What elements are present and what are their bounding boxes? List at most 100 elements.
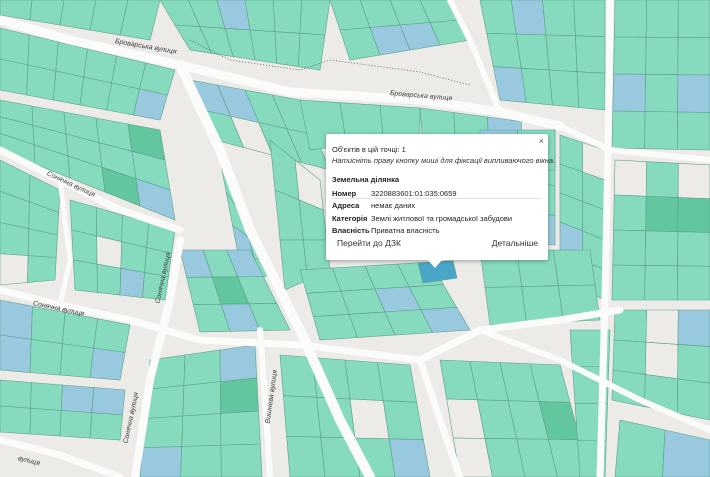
parcel-4-1-0[interactable] — [613, 36, 647, 75]
parcel-13-1-2[interactable] — [120, 241, 147, 273]
parcel-4-2-0[interactable] — [612, 73, 646, 112]
parcel-11-2-2[interactable] — [677, 231, 710, 267]
parcel-11-2-1[interactable] — [644, 230, 679, 267]
parcel-22-2-1[interactable] — [181, 413, 222, 447]
parcel-11-1-1[interactable] — [645, 195, 679, 232]
parcel-17-1-3[interactable] — [89, 412, 123, 441]
parcel-11-3-0[interactable] — [611, 264, 646, 301]
parcel-21-0-2[interactable] — [677, 309, 710, 347]
parcel-1-0-3[interactable] — [244, 0, 276, 32]
parcel-13-1-1[interactable] — [96, 235, 122, 269]
parcel-3-2-3[interactable] — [576, 71, 606, 111]
parcel-16-0-2[interactable] — [62, 312, 98, 349]
parcel-3-1-3[interactable] — [575, 35, 606, 74]
parcel-3-2-1[interactable] — [520, 68, 553, 106]
section-title: Земельна ділянка — [332, 175, 400, 184]
parcel-17-0-3[interactable] — [91, 387, 126, 416]
info-value: Приватна власність — [371, 226, 440, 235]
parcel-13-2-1[interactable] — [96, 263, 122, 296]
parcel-17-1-2[interactable] — [59, 410, 93, 439]
parcel-3-0-1[interactable] — [510, 0, 547, 36]
parcel-12-3-1[interactable] — [27, 255, 57, 283]
parcel-22-2-2[interactable] — [220, 410, 261, 446]
parcel-1-1-5[interactable] — [298, 33, 326, 71]
parcel-23-0-3[interactable] — [377, 362, 418, 403]
parcel-4-0-2[interactable] — [677, 0, 710, 38]
parcel-11-0-2[interactable] — [677, 163, 710, 200]
parcel-4-2-2[interactable] — [677, 74, 710, 113]
cadastral-map[interactable]: Броварська вулиця Броварська вулиця Соня… — [0, 0, 710, 477]
parcel-4-1-2[interactable] — [677, 37, 710, 76]
parcel-13-2-2[interactable] — [119, 267, 145, 298]
parcel-23-1-2[interactable] — [349, 398, 390, 440]
parcel-13-1-0[interactable] — [71, 229, 98, 265]
parcel-3-0-2[interactable] — [542, 0, 576, 37]
parcel-23-2-3[interactable] — [388, 438, 431, 477]
details-link[interactable]: Детальніше — [492, 238, 538, 248]
parcel-22-3-0[interactable] — [139, 446, 183, 477]
parcel-5-1-1[interactable] — [26, 64, 57, 101]
parcel-11-1-2[interactable] — [677, 197, 710, 233]
parcel-4-3-1[interactable] — [644, 111, 678, 150]
parcel-4-3-0[interactable] — [611, 110, 646, 149]
parcel-16-0-0[interactable] — [0, 299, 33, 340]
parcel-21-1-0[interactable] — [612, 339, 647, 375]
parcel-22-1-1[interactable] — [182, 381, 221, 417]
parcel-21-1-2[interactable] — [677, 344, 710, 384]
parcel-20-0-2[interactable] — [552, 249, 596, 287]
parcel-16-1-3[interactable] — [89, 347, 126, 381]
parcel-17-1-1[interactable] — [29, 407, 62, 437]
parcel-21-1-1[interactable] — [645, 341, 679, 380]
parcel-23-1-0[interactable] — [283, 395, 322, 438]
parcel-17-0-1[interactable] — [30, 382, 63, 411]
parcel-3-0-3[interactable] — [573, 0, 606, 37]
parcel-5-1-2[interactable] — [53, 70, 85, 106]
parcel-22-3-2[interactable] — [220, 443, 263, 477]
parcel-3-2-2[interactable] — [548, 69, 580, 108]
parcel-1-0-5[interactable] — [299, 0, 331, 36]
parcel-5-1-0[interactable] — [0, 58, 29, 96]
parcel-4-2-1[interactable] — [644, 74, 679, 113]
parcel-13-2-0[interactable] — [73, 259, 98, 293]
parcel-1-0-4[interactable] — [273, 0, 302, 34]
close-icon[interactable]: × — [539, 136, 544, 146]
parcel-22-0-1[interactable] — [183, 349, 221, 386]
parcel-22-0-2[interactable] — [219, 344, 258, 383]
parcel-4-3-2[interactable] — [677, 111, 710, 151]
parcel-3-1-1[interactable] — [515, 33, 550, 71]
go-to-dzk-link[interactable]: Перейти до ДЗК — [337, 238, 401, 248]
parcel-17-0-2[interactable] — [60, 384, 95, 414]
parcel-4-1-1[interactable] — [645, 36, 679, 75]
parcel-11-2-0[interactable] — [612, 229, 646, 266]
parcel-5-1-3[interactable] — [79, 76, 113, 111]
parcel-23-2-0[interactable] — [286, 436, 326, 477]
divider — [332, 198, 542, 199]
parcel-20-1-0[interactable] — [484, 286, 528, 326]
parcel-22-3-1[interactable] — [180, 444, 222, 477]
objects-count: Об'єктів в цій точці: 1 — [332, 145, 406, 154]
parcel-23-0-2[interactable] — [344, 359, 384, 401]
parcel-4-0-1[interactable] — [645, 0, 679, 38]
parcel-11-3-1[interactable] — [644, 265, 678, 301]
parcel-16-1-1[interactable] — [29, 339, 63, 376]
parcel-11-0-1[interactable] — [645, 161, 679, 198]
parcel-1-1-4[interactable] — [274, 31, 301, 68]
parcel-16-0-3[interactable] — [93, 318, 131, 353]
parcel-16-1-0[interactable] — [0, 334, 32, 373]
parcel-21-0-1[interactable] — [645, 309, 679, 345]
parcel-11-0-0[interactable] — [613, 159, 647, 197]
parcel-21-2-2[interactable] — [677, 378, 710, 421]
parcel-11-3-2[interactable] — [677, 265, 710, 301]
parcel-12-3-0[interactable] — [0, 253, 29, 286]
parcel-3-1-2[interactable] — [545, 34, 578, 72]
parcel-21-0-0[interactable] — [613, 309, 647, 343]
parcel-17-0-0[interactable] — [0, 379, 32, 409]
parcel-17-1-0[interactable] — [0, 405, 31, 435]
parcel-11-1-0[interactable] — [613, 194, 647, 232]
parcel-23-1-3[interactable] — [382, 400, 424, 440]
parcel-4-0-0[interactable] — [613, 0, 647, 38]
parcel-16-1-2[interactable] — [59, 343, 95, 378]
parcel-22-2-0[interactable] — [142, 415, 184, 449]
parcel-26-0-0[interactable] — [614, 419, 666, 477]
parcel-22-1-2[interactable] — [220, 377, 259, 414]
